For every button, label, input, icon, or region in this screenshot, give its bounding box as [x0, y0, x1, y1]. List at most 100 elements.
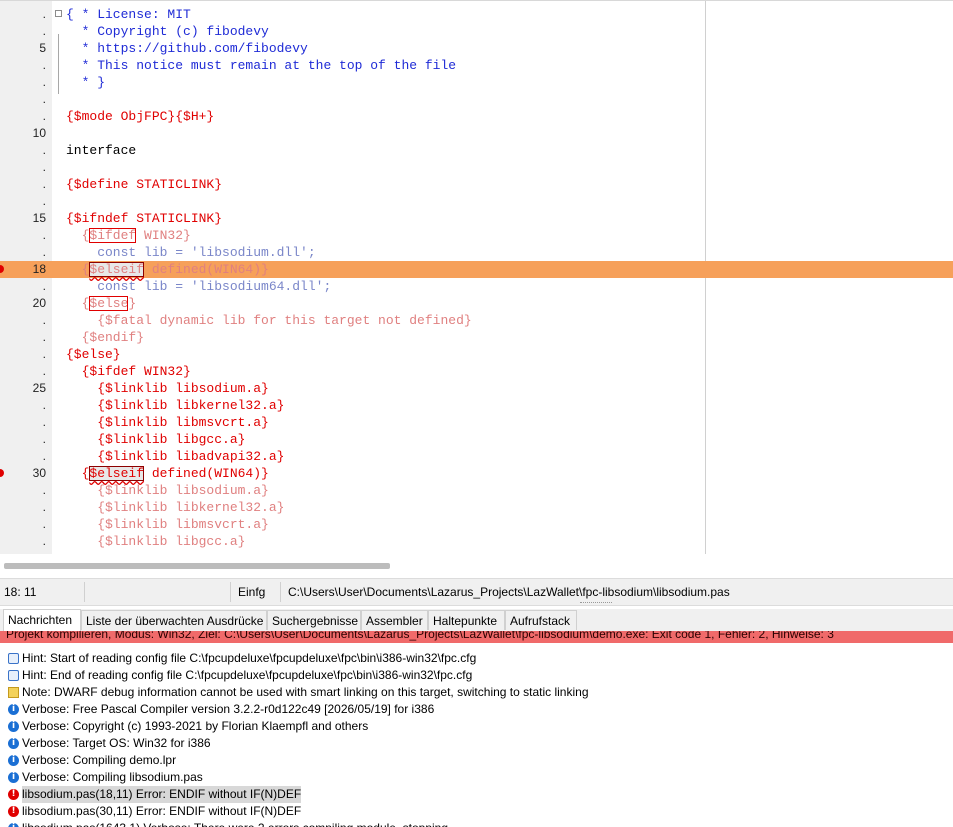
code-line[interactable]: . {$define STATICLINK} [0, 176, 953, 193]
code-line[interactable]: . {$linklib libmsvcrt.a} [0, 516, 953, 533]
gutter-cell[interactable]: . [0, 193, 52, 210]
line-number: . [42, 398, 46, 412]
tab-nachrichten[interactable]: Nachrichten [3, 609, 81, 631]
gutter-cell[interactable]: . [0, 278, 52, 295]
gutter-cell[interactable]: . [0, 6, 52, 23]
code-line[interactable]: . {$linklib libkernel32.a} [0, 397, 953, 414]
code-line[interactable]: 5 * https://github.com/fibodevy [0, 40, 953, 57]
message-row[interactable]: ! libsodium.pas(18,11) Error: ENDIF witho… [0, 786, 953, 803]
code-line[interactable]: . {$else} [0, 346, 953, 363]
message-row[interactable]: i Verbose: Compiling libsodium.pas [0, 769, 953, 786]
message-text: Verbose: Compiling libsodium.pas [22, 770, 203, 784]
code-line[interactable]: . {$ifdef WIN32} [0, 363, 953, 380]
tab-callstack[interactable]: Aufrufstack [505, 610, 577, 630]
message-row[interactable]: ! libsodium.pas(30,11) Error: ENDIF witho… [0, 803, 953, 820]
code-line[interactable]: . [0, 91, 953, 108]
message-row[interactable]: i Verbose: Target OS: Win32 for i386 [0, 735, 953, 752]
splitter-grip[interactable] [580, 602, 612, 607]
gutter-cell[interactable]: . [0, 516, 52, 533]
code-line[interactable]: . {$linklib libsodium.a} [0, 482, 953, 499]
gutter-cell[interactable]: . [0, 176, 52, 193]
code-line[interactable]: . * Copyright (c) fibodevy [0, 23, 953, 40]
code-line[interactable]: . interface [0, 142, 953, 159]
message-text: Projekt kompilieren, Modus: Win32, Ziel:… [6, 631, 834, 641]
code-line[interactable]: . * } [0, 74, 953, 91]
code-line[interactable]: . * This notice must remain at the top o… [0, 57, 953, 74]
tab-watches[interactable]: Liste der überwachten Ausdrücke [81, 610, 267, 630]
message-row[interactable]: Hint: End of reading config file C:\fpcu… [0, 667, 953, 684]
code-line[interactable]: . {$linklib libkernel32.a} [0, 499, 953, 516]
code-text: {$linklib libsodium.a} [66, 381, 269, 396]
editor-horizontal-scrollbar[interactable] [0, 555, 953, 577]
gutter-cell[interactable]: . [0, 533, 52, 550]
gutter-cell[interactable]: . [0, 414, 52, 431]
gutter-cell[interactable]: 30 [0, 465, 52, 482]
breakpoint-icon[interactable] [0, 469, 4, 477]
message-row[interactable]: Hint: Start of reading config file C:\fp… [0, 650, 953, 667]
code-line-current[interactable]: 18 {$elseif defined(WIN64)} [0, 261, 953, 278]
code-line[interactable]: . const lib = 'libsodium64.dll'; [0, 278, 953, 295]
code-line[interactable]: 10 [0, 125, 953, 142]
code-line[interactable]: 25 {$linklib libsodium.a} [0, 380, 953, 397]
gutter-cell[interactable]: 20 [0, 295, 52, 312]
code-text: {$linklib libkernel32.a} [66, 500, 285, 515]
gutter-cell[interactable]: 5 [0, 40, 52, 57]
tab-assembler[interactable]: Assembler [361, 610, 428, 630]
code-line[interactable]: 15 {$ifndef STATICLINK} [0, 210, 953, 227]
gutter-cell[interactable]: 15 [0, 210, 52, 227]
code-line[interactable]: 20 {$else} [0, 295, 953, 312]
code-line[interactable]: . {$mode ObjFPC}{$H+} [0, 108, 953, 125]
scrollbar-thumb[interactable] [4, 563, 390, 569]
gutter-cell[interactable]: 25 [0, 380, 52, 397]
message-row[interactable]: i Verbose: Copyright (c) 1993-2021 by Flo… [0, 718, 953, 735]
gutter-cell[interactable]: . [0, 57, 52, 74]
gutter-cell[interactable]: . [0, 142, 52, 159]
message-row[interactable]: ilibsodium.pas(1643,1) Verbose: There we… [0, 820, 953, 827]
breakpoint-icon[interactable] [0, 265, 4, 273]
code-editor[interactable]: . { * License: MIT. * Copyright (c) fibod… [0, 0, 953, 554]
message-row[interactable]: i Verbose: Free Pascal Compiler version 3… [0, 701, 953, 718]
gutter-cell[interactable]: . [0, 448, 52, 465]
line-number: 15 [32, 211, 46, 225]
fold-toggle-icon[interactable] [55, 10, 62, 17]
gutter-cell[interactable]: 10 [0, 125, 52, 142]
gutter-cell[interactable]: . [0, 108, 52, 125]
gutter-cell[interactable]: . [0, 312, 52, 329]
gutter-cell[interactable]: . [0, 329, 52, 346]
code-line[interactable]: . [0, 193, 953, 210]
gutter-cell[interactable]: . [0, 346, 52, 363]
build-summary-banner[interactable]: Projekt kompilieren, Modus: Win32, Ziel:… [0, 631, 953, 643]
code-line[interactable]: 30 {$elseif defined(WIN64)} [0, 465, 953, 482]
gutter-cell[interactable]: 18 [0, 261, 52, 278]
code-text: {$ifdef WIN32} [66, 228, 191, 243]
gutter-cell[interactable]: . [0, 227, 52, 244]
tab-breakpoints[interactable]: Haltepunkte [428, 610, 505, 630]
gutter-cell[interactable]: . [0, 74, 52, 91]
gutter-cell[interactable]: . [0, 91, 52, 108]
code-line[interactable]: . {$linklib libadvapi32.a} [0, 448, 953, 465]
gutter-cell[interactable]: . [0, 23, 52, 40]
code-line[interactable]: . {$linklib libgcc.a} [0, 431, 953, 448]
code-line[interactable]: . {$linklib libgcc.a} [0, 533, 953, 550]
gutter-cell[interactable]: . [0, 159, 52, 176]
messages-list[interactable]: Projekt kompilieren, Modus: Win32, Ziel:… [0, 631, 953, 827]
gutter-cell[interactable]: . [0, 397, 52, 414]
code-line[interactable]: . const lib = 'libsodium.dll'; [0, 244, 953, 261]
directive-highlight: $elseif [89, 466, 145, 481]
line-number: . [42, 58, 46, 72]
gutter-cell[interactable]: . [0, 499, 52, 516]
message-row[interactable]: i Verbose: Compiling demo.lpr [0, 752, 953, 769]
code-line[interactable]: . [0, 159, 953, 176]
error-icon: ! [8, 789, 19, 800]
gutter-cell[interactable]: . [0, 482, 52, 499]
code-line[interactable]: . {$ifdef WIN32} [0, 227, 953, 244]
message-row[interactable]: Note: DWARF debug information cannot be … [0, 684, 953, 701]
gutter-cell[interactable]: . [0, 431, 52, 448]
code-line[interactable]: . {$endif} [0, 329, 953, 346]
tab-search-results[interactable]: Suchergebnisse [267, 610, 361, 630]
gutter-cell[interactable]: . [0, 244, 52, 261]
code-line[interactable]: . { * License: MIT [0, 6, 953, 23]
code-line[interactable]: . {$linklib libmsvcrt.a} [0, 414, 953, 431]
code-line[interactable]: . {$fatal dynamic lib for this target no… [0, 312, 953, 329]
gutter-cell[interactable]: . [0, 363, 52, 380]
